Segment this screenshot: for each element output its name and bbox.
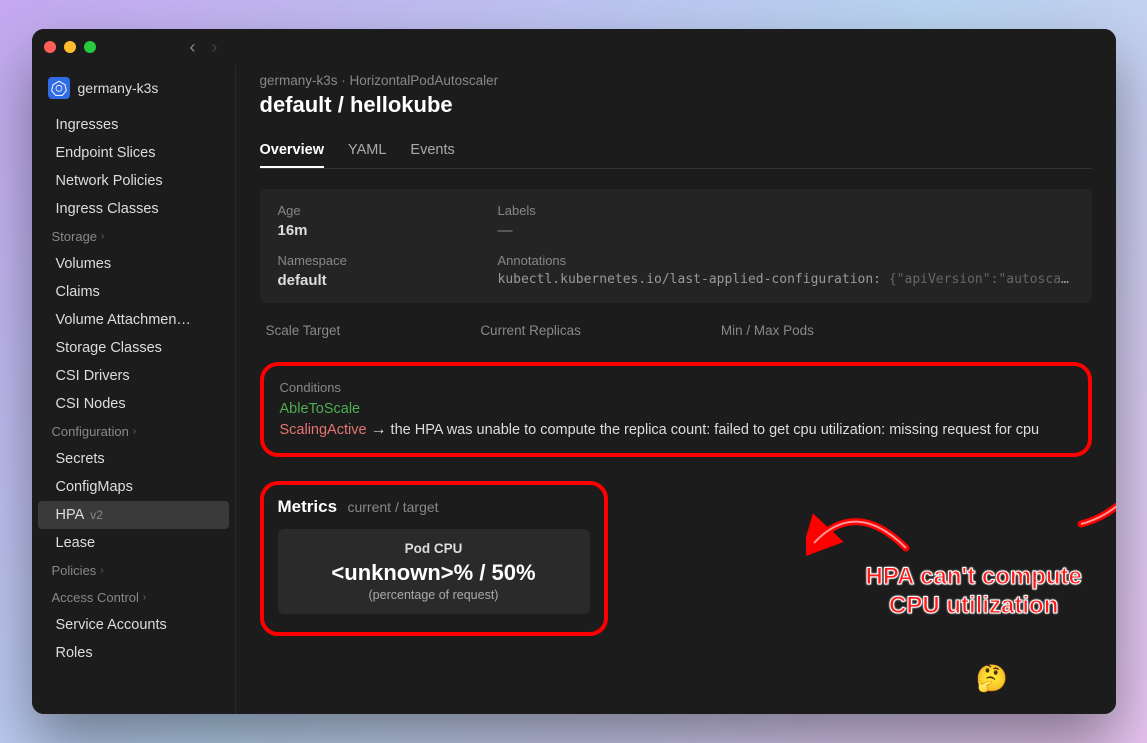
- annotations-value: kubectl.kubernetes.io/last-applied-confi…: [498, 272, 1074, 287]
- metrics-subtitle: current / target: [347, 499, 438, 515]
- chevron-right-icon: ›: [101, 231, 104, 242]
- arrow-icon: →: [371, 421, 387, 438]
- sidebar-item-ingress-classes[interactable]: Ingress Classes: [32, 195, 235, 223]
- sidebar-item-lease[interactable]: Lease: [32, 529, 235, 557]
- page-title: default / hellokube: [260, 92, 1092, 118]
- tab-yaml[interactable]: YAML: [348, 134, 386, 168]
- sidebar-item-csi-drivers[interactable]: CSI Drivers: [32, 362, 235, 390]
- namespace-label: Namespace: [278, 253, 418, 268]
- kubernetes-icon: [48, 77, 70, 99]
- metrics-title: Metrics: [278, 497, 338, 516]
- tabs: Overview YAML Events: [260, 134, 1092, 169]
- sidebar-section-access-control[interactable]: Access Control›: [32, 584, 235, 611]
- cluster-name: germany-k3s: [78, 80, 159, 96]
- sidebar-item-network-policies[interactable]: Network Policies: [32, 167, 235, 195]
- close-button[interactable]: [44, 41, 56, 53]
- sidebar-item-secrets[interactable]: Secrets: [32, 445, 235, 473]
- nav-buttons: ‹ ›: [184, 35, 224, 60]
- sidebar-item-claims[interactable]: Claims: [32, 278, 235, 306]
- maximize-button[interactable]: [84, 41, 96, 53]
- minimize-button[interactable]: [64, 41, 76, 53]
- sidebar-section-storage[interactable]: Storage›: [32, 223, 235, 250]
- back-button[interactable]: ‹: [184, 35, 202, 60]
- metric-value: <unknown>% / 50%: [290, 560, 578, 586]
- breadcrumb: germany-k3s · HorizontalPodAutoscaler: [260, 65, 1092, 92]
- sidebar-item-ingresses[interactable]: Ingresses: [32, 111, 235, 139]
- metrics-row: Metrics current / target Pod CPU <unknow…: [260, 481, 1092, 636]
- content-pane: germany-k3s · HorizontalPodAutoscaler de…: [236, 65, 1116, 714]
- conditions-highlight-box: Conditions AbleToScale ScalingActive→the…: [260, 362, 1092, 457]
- metric-name: Pod CPU: [290, 541, 578, 556]
- titlebar: ‹ ›: [32, 29, 1116, 65]
- sidebar-item-hpa[interactable]: HPAv2: [38, 501, 229, 529]
- sidebar-item-csi-nodes[interactable]: CSI Nodes: [32, 390, 235, 418]
- sidebar-item-storage-classes[interactable]: Storage Classes: [32, 334, 235, 362]
- chevron-right-icon: ›: [100, 565, 103, 576]
- labels-value: —: [498, 222, 1074, 239]
- sidebar-item-endpoint-slices[interactable]: Endpoint Slices: [32, 139, 235, 167]
- current-replicas-label: Current Replicas: [480, 323, 581, 338]
- scale-target-label: Scale Target: [266, 323, 341, 338]
- app-window: ‹ › germany-k3s Ingresses Endpoint Slice…: [32, 29, 1116, 714]
- chevron-right-icon: ›: [133, 426, 136, 437]
- metrics-highlight-box: Metrics current / target Pod CPU <unknow…: [260, 481, 608, 636]
- tab-overview[interactable]: Overview: [260, 134, 325, 168]
- condition-scaling-active-row: ScalingActive→the HPA was unable to comp…: [280, 421, 1072, 439]
- conditions-label: Conditions: [280, 380, 1072, 395]
- condition-able-to-scale: AbleToScale: [280, 401, 1072, 417]
- forward-button[interactable]: ›: [206, 35, 224, 60]
- sidebar-item-service-accounts[interactable]: Service Accounts: [32, 611, 235, 639]
- sidebar-item-volume-attachments[interactable]: Volume Attachmen…: [32, 306, 235, 334]
- annotations-label: Annotations: [498, 253, 1074, 268]
- sidebar-item-roles[interactable]: Roles: [32, 639, 235, 667]
- min-max-pods-label: Min / Max Pods: [721, 323, 814, 338]
- sidebar-item-volumes[interactable]: Volumes: [32, 250, 235, 278]
- namespace-value: default: [278, 272, 418, 289]
- sidebar-section-configuration[interactable]: Configuration›: [32, 418, 235, 445]
- sidebar: germany-k3s Ingresses Endpoint Slices Ne…: [32, 65, 236, 714]
- metric-card-pod-cpu: Pod CPU <unknown>% / 50% (percentage of …: [278, 529, 590, 614]
- condition-message: the HPA was unable to compute the replic…: [391, 422, 1040, 438]
- age-value: 16m: [278, 222, 418, 239]
- condition-scaling-active: ScalingActive: [280, 422, 367, 438]
- chevron-right-icon: ›: [143, 592, 146, 603]
- sidebar-section-policies[interactable]: Policies›: [32, 557, 235, 584]
- cluster-selector[interactable]: germany-k3s: [32, 69, 235, 107]
- traffic-lights: [44, 41, 96, 53]
- thinking-emoji: 🤔: [976, 663, 1008, 694]
- sidebar-item-configmaps[interactable]: ConfigMaps: [32, 473, 235, 501]
- info-card: Age 16m Labels — Namespace default: [260, 189, 1092, 303]
- labels-label: Labels: [498, 203, 1074, 218]
- stats-row: Scale Target Current Replicas Min / Max …: [260, 323, 1092, 338]
- main-area: germany-k3s Ingresses Endpoint Slices Ne…: [32, 65, 1116, 714]
- tab-events[interactable]: Events: [410, 134, 454, 168]
- age-label: Age: [278, 203, 418, 218]
- metric-subtext: (percentage of request): [290, 588, 578, 602]
